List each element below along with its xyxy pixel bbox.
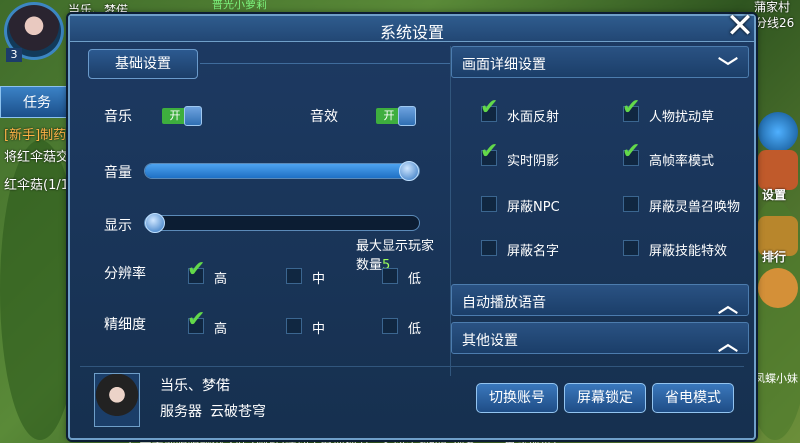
settings-label[interactable]: 设置	[762, 186, 786, 203]
detail-high-checkbox[interactable]: ✔	[187, 309, 205, 334]
pet-icon[interactable]	[758, 268, 798, 308]
resolution-high-label: 高	[214, 272, 228, 287]
hide-npc-checkbox[interactable]	[481, 196, 497, 212]
realtime-shadow-checkbox[interactable]: ✔	[480, 141, 498, 166]
check-icon: ✔	[622, 95, 641, 120]
basic-settings-tab[interactable]: 基础设置	[88, 49, 198, 79]
auto-voice-accordion[interactable]: 自动播放语音 ︿	[451, 284, 749, 318]
basic-settings-panel: 基础设置 音乐 开 音效 开 音量 最大显示玩家数量5 显示 分辨率 ✔ 高 中	[80, 46, 450, 356]
sfx-toggle[interactable]: 开	[376, 106, 416, 126]
toggle-knob	[398, 106, 416, 126]
hide-names-label: 屏蔽名字	[507, 244, 560, 259]
resolution-low-checkbox[interactable]	[382, 268, 398, 284]
system-settings-dialog: 系统设置 基础设置 音乐 开 音效 开 音量 最大显示玩家数量5 显示 分辨率 …	[68, 14, 756, 440]
volume-slider[interactable]	[144, 161, 420, 181]
advanced-settings-panel: 画面详细设置 ﹀ ✔ 水面反射 ✔ 人物扰动草 ✔ 实时阴影 ✔ 高帧率模式 屏…	[450, 46, 750, 376]
quest-line[interactable]: [新手]制药	[4, 124, 66, 143]
accordion-title: 自动播放语音	[462, 295, 546, 311]
detail-label: 精细度	[104, 317, 146, 333]
close-icon[interactable]: ✕	[720, 8, 760, 44]
accordion-title: 其他设置	[462, 333, 518, 349]
display-slider-handle[interactable]	[145, 213, 165, 233]
music-toggle[interactable]: 开	[162, 106, 202, 126]
accordion-title: 画面详细设置	[462, 57, 546, 73]
screen-lock-button[interactable]: 屏幕锁定	[564, 383, 646, 413]
toggle-knob	[184, 106, 202, 126]
sfx-label: 音效	[310, 109, 338, 125]
display-label: 显示	[104, 218, 132, 234]
chevron-up-icon[interactable]: ︿	[718, 289, 738, 318]
detail-low-label: 低	[408, 322, 422, 337]
avatar	[94, 373, 140, 427]
detail-low-checkbox[interactable]	[382, 318, 398, 334]
server-label: 服务器	[160, 404, 202, 420]
ranking-label[interactable]: 排行	[762, 248, 786, 265]
map-line[interactable]: 分线26	[755, 14, 794, 31]
account-footer: 当乐、梦偌 服务器 云破苍穹 切换账号 屏幕锁定 省电模式	[80, 366, 744, 436]
quest-line[interactable]: 将红伞菇交	[4, 146, 69, 165]
detail-mid-label: 中	[312, 322, 326, 337]
switch-account-button[interactable]: 切换账号	[476, 383, 558, 413]
hide-skill-effects-label: 屏蔽技能特效	[649, 244, 728, 259]
display-slider[interactable]	[144, 213, 420, 233]
realtime-shadow-label: 实时阴影	[507, 154, 560, 169]
volume-slider-handle[interactable]	[399, 161, 419, 181]
high-fps-checkbox[interactable]: ✔	[622, 141, 640, 166]
grass-interaction-label: 人物扰动草	[649, 110, 715, 125]
skill-icon[interactable]	[758, 112, 798, 152]
grass-interaction-checkbox[interactable]: ✔	[622, 97, 640, 122]
music-label: 音乐	[104, 109, 132, 125]
resolution-mid-checkbox[interactable]	[286, 268, 302, 284]
divider	[200, 63, 450, 64]
check-icon: ✔	[480, 95, 499, 120]
resolution-label: 分辨率	[104, 266, 146, 282]
quest-line[interactable]: 红伞菇(1/1	[4, 174, 69, 193]
chevron-down-icon[interactable]: ﹀	[718, 51, 738, 80]
dialog-title-bar: 系统设置	[70, 16, 754, 42]
dialog-title: 系统设置	[379, 23, 444, 42]
settings-icon[interactable]	[758, 150, 798, 190]
hide-names-checkbox[interactable]	[481, 240, 497, 256]
resolution-high-checkbox[interactable]: ✔	[187, 259, 205, 284]
npc-name: 凤蝶小妹	[754, 372, 798, 385]
max-players-text: 最大显示玩家数量5	[356, 235, 446, 273]
account-name: 当乐、梦偌	[160, 378, 230, 394]
volume-label: 音量	[104, 165, 132, 181]
hide-summons-label: 屏蔽灵兽召唤物	[649, 200, 741, 215]
check-icon: ✔	[480, 139, 499, 164]
power-saving-button[interactable]: 省电模式	[652, 383, 734, 413]
server-name: 云破苍穹	[210, 404, 266, 420]
hide-skill-effects-checkbox[interactable]	[623, 240, 639, 256]
hide-summons-checkbox[interactable]	[623, 196, 639, 212]
detail-mid-checkbox[interactable]	[286, 318, 302, 334]
player-level: 3	[6, 48, 22, 62]
detail-high-label: 高	[214, 322, 228, 337]
chevron-up-icon[interactable]: ︿	[718, 327, 738, 356]
resolution-low-label: 低	[408, 272, 422, 287]
check-icon: ✔	[622, 139, 641, 164]
high-fps-label: 高帧率模式	[649, 154, 715, 169]
water-reflection-label: 水面反射	[507, 110, 560, 125]
check-icon: ✔	[187, 307, 206, 332]
nearby-player-name: 普光小萝莉	[212, 0, 267, 11]
task-button[interactable]: 任务	[0, 86, 72, 118]
other-settings-accordion[interactable]: 其他设置 ︿	[451, 322, 749, 356]
graphics-detail-accordion[interactable]: 画面详细设置 ﹀	[451, 46, 749, 80]
check-icon: ✔	[187, 257, 206, 282]
resolution-mid-label: 中	[312, 272, 326, 287]
water-reflection-checkbox[interactable]: ✔	[480, 97, 498, 122]
hide-npc-label: 屏蔽NPC	[507, 200, 560, 215]
volume-slider-fill	[145, 164, 409, 178]
